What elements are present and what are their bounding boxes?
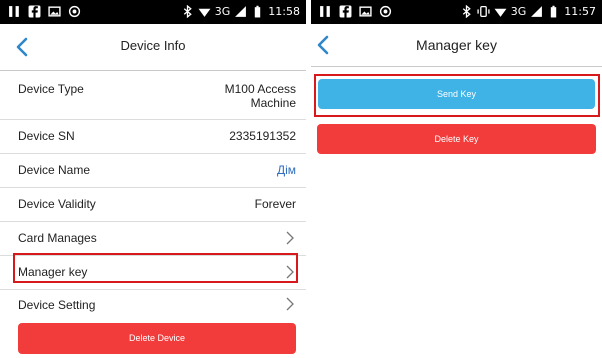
network-type: 3G [510, 5, 527, 18]
facebook-icon [28, 5, 41, 18]
manager-key-label: Manager key [18, 265, 88, 279]
device-sn-row: Device SN 2335191352 [0, 120, 306, 154]
image-icon [359, 6, 372, 17]
page-title: Device Info [120, 38, 186, 53]
clock: 11:57 [564, 5, 596, 18]
device-name-row[interactable]: Device Name Дім [0, 154, 306, 188]
device-sn-label: Device SN [18, 129, 75, 143]
device-validity-row: Device Validity Forever [0, 188, 306, 222]
battery-icon [551, 5, 557, 18]
device-type-row: Device Type M100 Access Machine [0, 71, 306, 120]
pause-icon [320, 6, 330, 17]
chevron-right-icon [286, 265, 294, 279]
device-info-screen: 3G 11:58 Device Info Device Type M100 Ac… [0, 0, 306, 358]
wifi-icon [494, 8, 507, 17]
device-name-label: Device Name [18, 163, 91, 177]
page-title: Manager key [416, 37, 497, 53]
vibrate-icon [477, 5, 490, 18]
device-type-label: Device Type [18, 82, 84, 96]
battery-icon [255, 5, 261, 18]
send-key-button[interactable]: Send Key [318, 79, 595, 109]
status-bar: 3G 11:57 [311, 0, 602, 24]
network-type: 3G [214, 5, 231, 18]
card-manages-label: Card Manages [18, 231, 97, 245]
image-icon [48, 6, 61, 17]
bluetooth-icon [462, 5, 471, 18]
device-name-value[interactable]: Дім [277, 163, 296, 177]
device-sn-value: 2335191352 [229, 129, 296, 143]
shield-icon [68, 5, 81, 18]
device-validity-value: Forever [254, 197, 296, 211]
status-bar: 3G 11:58 [0, 0, 306, 24]
card-manages-row[interactable]: Card Manages [0, 222, 306, 256]
signal-icon [235, 6, 247, 17]
signal-icon [531, 6, 543, 17]
top-nav-bar: Device Info [0, 24, 306, 71]
device-setting-row[interactable]: Device Setting [0, 290, 306, 320]
bluetooth-icon [183, 5, 192, 18]
device-setting-label: Device Setting [18, 298, 96, 312]
manager-key-screen: 3G 11:57 Manager key Send Key Delete Key [311, 0, 602, 358]
wifi-icon [198, 8, 211, 17]
chevron-right-icon [286, 297, 294, 311]
clock: 11:58 [268, 5, 300, 18]
shield-icon [379, 5, 392, 18]
manager-key-row[interactable]: Manager key [0, 256, 306, 290]
delete-device-button[interactable]: Delete Device [18, 323, 296, 354]
pause-icon [9, 6, 19, 17]
chevron-right-icon [286, 231, 294, 245]
top-nav-bar: Manager key [311, 24, 602, 67]
device-type-value: M100 Access Machine [224, 82, 296, 110]
device-validity-label: Device Validity [18, 197, 96, 211]
delete-key-button[interactable]: Delete Key [317, 124, 596, 154]
facebook-icon [339, 5, 352, 18]
